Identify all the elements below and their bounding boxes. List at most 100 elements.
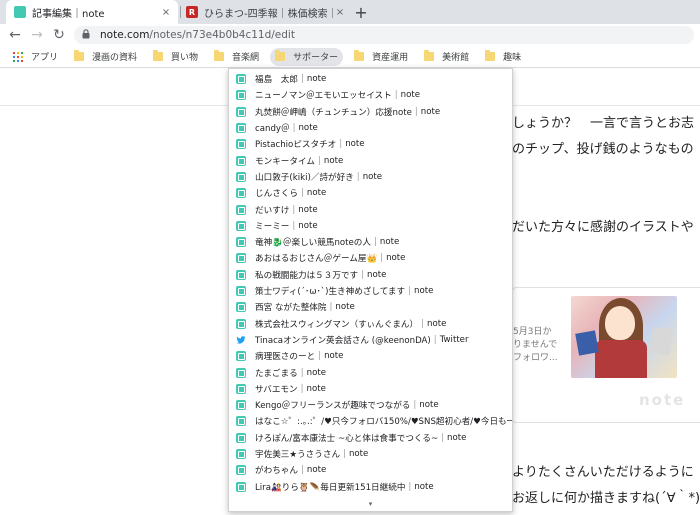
bookmark-menu-item[interactable]: はなこ☆゜:.｡.:゜/♥只今フォロバ150%/♥SNS超初心者/♥今日も一..… <box>229 413 512 429</box>
close-icon[interactable]: × <box>160 7 172 18</box>
bookmark-menu-item-site: note <box>427 318 447 329</box>
note-favicon-icon <box>236 465 246 476</box>
title-separator: | <box>380 253 384 264</box>
bookmark-apps[interactable]: アプリ <box>8 48 63 66</box>
bookmark-menu-item[interactable]: だいすけ | note <box>229 201 512 217</box>
bookmark-menu-item-site: note <box>414 286 434 297</box>
bookmark-menu-item[interactable]: 私の戦闘能力は５３万です | note <box>229 267 512 283</box>
article-text-line[interactable]: だいた方々に感謝のイラストや <box>512 216 694 235</box>
title-separator: | <box>414 106 418 117</box>
bookmark-menu-item[interactable]: Tinacaオンライン英会話さん (@keenonDA) | Twitter <box>229 332 512 348</box>
bookmark-menu-item-title: Kengo＠フリーランスが趣味でつながる <box>255 401 411 412</box>
note-favicon-icon <box>236 383 246 394</box>
bookmark-label: 漫画の資料 <box>92 53 138 63</box>
bookmark-folder-hobby[interactable]: 趣味 <box>480 48 526 66</box>
bookmark-menu-item-title: けろぽん/富本康法士 ~心と体は食事でつくる~ <box>255 433 439 444</box>
title-separator: | <box>292 123 296 134</box>
folder-icon <box>485 50 496 61</box>
bookmark-folder-investment[interactable]: 資産運用 <box>349 48 413 66</box>
bookmark-menu-item[interactable]: 株式会社スウィングマン（すぃんぐまん） | note <box>229 316 512 332</box>
bookmark-menu-item[interactable]: けろぽん/富本康法士 ~心と体は食事でつくる~ | note <box>229 430 512 446</box>
bookmark-menu-item[interactable]: モンキータイム | note <box>229 153 512 169</box>
bookmark-menu-item[interactable]: サバエモン | note <box>229 381 512 397</box>
bookmark-menu-item[interactable]: 西宮 ながた整体院 | note <box>229 299 512 315</box>
bookmark-menu-item-title: サバエモン <box>255 384 298 395</box>
title-separator: | <box>300 367 304 378</box>
bookmark-menu-item[interactable]: Kengo＠フリーランスが趣味でつながる | note <box>229 397 512 413</box>
embed-card[interactable]: 5月3日か りませんで フォロワ... note <box>512 287 700 423</box>
note-favicon-icon <box>236 123 246 134</box>
bookmark-menu-item[interactable]: あおはるおじさん＠ゲーム屋👑 | note <box>229 250 512 266</box>
bookmark-menu-item-site: note <box>306 465 327 476</box>
article-text-line[interactable]: しょうか？ 一言で言うとお志 <box>512 112 694 131</box>
note-favicon-icon <box>236 139 246 150</box>
bookmark-menu-item[interactable]: ミーミー | note <box>229 218 512 234</box>
bookmark-menu-item[interactable]: ニューノマン＠エモいエッセイスト | note <box>229 87 512 103</box>
forward-button[interactable]: → <box>26 24 48 46</box>
reload-button[interactable]: ↻ <box>48 24 70 46</box>
note-favicon-icon <box>236 237 246 248</box>
rakuten-favicon-icon: R <box>186 6 198 18</box>
bookmark-menu-item[interactable]: 宇佐美三★うさうさん | note <box>229 446 512 462</box>
tab-note-edit[interactable]: 記事編集｜note × <box>6 0 178 24</box>
scroll-down-arrow-icon[interactable]: ▾ <box>229 499 512 509</box>
card-text-line: フォロワ... <box>513 353 558 363</box>
url-path: /notes/n73e4b0b4c11d/edit <box>149 29 295 41</box>
bookmark-menu-item[interactable]: 策士ワディ(´･ω･`)生き神めざしてます | note <box>229 283 512 299</box>
note-favicon-icon <box>236 400 246 411</box>
tab-strip: 記事編集｜note × R ひらまつ-四季報｜株価検索｜国内最 × + <box>0 0 700 24</box>
new-tab-button[interactable]: + <box>352 0 370 24</box>
title-separator: | <box>433 334 437 345</box>
bookmark-menu-item-site: note <box>335 302 355 313</box>
bookmark-menu-item[interactable]: Lira🎎りら🦉🪶毎日更新151日継続中 | note <box>229 479 512 495</box>
bookmark-menu-item-site: note <box>298 220 318 231</box>
bookmark-label: アプリ <box>31 53 59 63</box>
bookmark-menu-item[interactable]: Pistachioピスタチオ | note <box>229 136 512 152</box>
bookmark-menu-item[interactable]: 竜神🐉＠楽しい競馬noteの人 | note <box>229 234 512 250</box>
bookmark-folder-music[interactable]: 音楽網 <box>209 48 264 66</box>
article-text-line[interactable]: のチップ、投げ銭のようなもの <box>512 138 694 157</box>
note-favicon-icon <box>236 302 246 313</box>
close-icon[interactable]: × <box>334 7 346 18</box>
bookmark-menu-item[interactable]: じんさくら | note <box>229 185 512 201</box>
bookmark-menu-item-title: 病理医さのーと <box>255 352 316 363</box>
bookmark-menu-item[interactable]: 病理医さのーと | note <box>229 348 512 364</box>
bookmark-menu-item-site: Twitter <box>439 334 469 345</box>
note-favicon-icon <box>236 155 246 166</box>
note-favicon-icon <box>236 106 246 117</box>
title-separator: | <box>318 351 322 362</box>
note-favicon-icon <box>236 269 246 280</box>
bookmark-folder-shopping[interactable]: 買い物 <box>148 48 203 66</box>
bookmark-folder-supporter[interactable]: サポーター <box>270 47 344 66</box>
folder-icon <box>153 50 164 61</box>
tab-divider <box>180 6 181 18</box>
bookmark-menu-item[interactable]: がわちゃん | note <box>229 462 512 478</box>
back-button[interactable]: ← <box>4 24 26 46</box>
bookmark-folder-museum[interactable]: 美術館 <box>419 48 474 66</box>
bookmark-menu-item-site: note <box>324 351 344 362</box>
tab-shikiho[interactable]: R ひらまつ-四季報｜株価検索｜国内最 × <box>182 0 352 24</box>
bookmark-menu-item-title: はなこ☆゜:.｡.:゜/♥只今フォロバ150%/♥SNS超初心者/♥今日も一..… <box>255 417 512 428</box>
note-favicon-icon <box>236 286 246 297</box>
bookmark-menu-item[interactable]: たまごまる | note <box>229 364 512 380</box>
title-separator: | <box>441 432 445 443</box>
bookmark-folder-manga[interactable]: 漫画の資料 <box>69 48 142 66</box>
bookmark-menu-item[interactable]: 福島 太郎 | note <box>229 71 512 87</box>
title-separator: | <box>356 171 360 182</box>
bookmark-menu-item-site: note <box>323 155 344 166</box>
bookmark-menu-item[interactable]: 丸焚餅＠岬嶋（チュンチュン）応援note | note <box>229 104 512 120</box>
lock-icon[interactable] <box>82 28 94 42</box>
bookmark-menu-item-title: 竜神🐉＠楽しい競馬noteの人 <box>255 238 371 249</box>
address-bar[interactable]: note.com/notes/n73e4b0b4c11d/edit <box>74 26 694 44</box>
article-text-line[interactable]: お返しに何か描きますね(´∀｀*) <box>512 487 700 506</box>
bookmark-label: 美術館 <box>442 53 470 63</box>
bookmark-menu-item-site: note <box>419 400 439 411</box>
bookmark-label: 音楽網 <box>232 53 260 63</box>
bookmark-menu-item-title: 福島 太郎 <box>255 75 298 86</box>
article-text-line[interactable]: よりたくさんいただけるように <box>512 461 694 480</box>
title-separator: | <box>300 383 304 394</box>
bookmark-menu-item[interactable]: candy＠ | note <box>229 120 512 136</box>
bookmark-menu-item-site: note <box>367 269 387 280</box>
bookmark-menu-item[interactable]: 山口敦子(kiki)／詩が好き | note <box>229 169 512 185</box>
title-separator: | <box>300 465 304 476</box>
